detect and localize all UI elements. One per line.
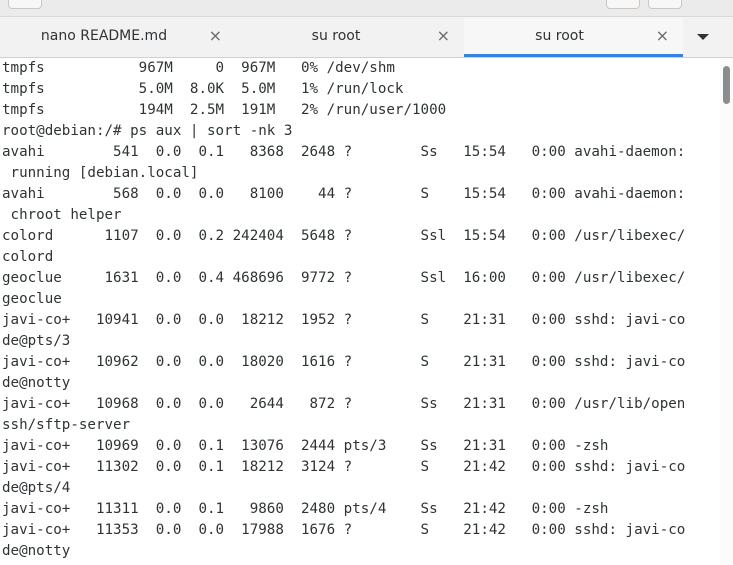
terminal-line: avahi 568 0.0 0.0 8100 44 ? S 15:54 0:00… — [2, 186, 686, 202]
close-icon[interactable]: × — [656, 26, 669, 45]
terminal-line: de@pts/3 — [2, 333, 71, 349]
terminal-line: javi-co+ 10968 0.0 0.0 2644 872 ? Ss 21:… — [2, 396, 686, 412]
tab-su-root-2[interactable]: su root × — [464, 17, 683, 57]
terminal-line: ssh/sftp-server — [2, 417, 131, 433]
terminal-line: javi-co+ 11353 0.0 0.0 17988 1676 ? S 21… — [2, 522, 686, 538]
terminal-line: colord — [2, 249, 54, 265]
terminal-line: tmpfs 5.0M 8.0K 5.0M 1% /run/lock — [2, 81, 404, 97]
tab-bar: nano README.md × su root × su root × — [0, 17, 733, 58]
window-menu-button[interactable] — [648, 0, 682, 9]
tab-nano-readme[interactable]: nano README.md × — [0, 17, 236, 57]
scrollbar-thumb[interactable] — [723, 66, 730, 104]
tab-label: nano README.md — [40, 28, 168, 44]
hamburger-menu-button[interactable] — [8, 0, 42, 9]
terminal-line: root@debian:/# ps aux | sort -nk 3 — [2, 123, 293, 139]
terminal-line: tmpfs 967M 0 967M 0% /dev/shm — [2, 60, 395, 76]
terminal-line: javi-co+ 11311 0.0 0.1 9860 2480 pts/4 S… — [2, 501, 609, 517]
tab-su-root-1[interactable]: su root × — [236, 17, 464, 57]
close-icon[interactable]: × — [437, 26, 450, 45]
terminal-output[interactable]: tmpfs 967M 0 967M 0% /dev/shm tmpfs 5.0M… — [0, 58, 720, 565]
search-button[interactable] — [606, 0, 640, 9]
terminal-line: geoclue 1631 0.0 0.4 468696 9772 ? Ssl 1… — [2, 270, 686, 286]
terminal-line: de@notty — [2, 375, 71, 391]
terminal-line: avahi 541 0.0 0.1 8368 2648 ? Ss 15:54 0… — [2, 144, 686, 160]
chevron-down-icon — [697, 34, 709, 40]
close-icon[interactable]: × — [209, 26, 222, 45]
terminal-line: chroot helper — [2, 207, 122, 223]
terminal-line: colord 1107 0.0 0.2 242404 5648 ? Ssl 15… — [2, 228, 686, 244]
tab-label: su root — [535, 28, 584, 44]
terminal-line: javi-co+ 10969 0.0 0.1 13076 2444 pts/3 … — [2, 438, 609, 454]
terminal-line: javi-co+ 10962 0.0 0.0 18020 1616 ? S 21… — [2, 354, 686, 370]
terminal-line: de@pts/4 — [2, 480, 71, 496]
terminal-scrollbar[interactable] — [720, 58, 733, 565]
terminal-line: de@notty — [2, 543, 71, 559]
terminal-line: javi-co+ 10941 0.0 0.0 18212 1952 ? S 21… — [2, 312, 686, 328]
terminal-line: javi-co+ 11302 0.0 0.1 18212 3124 ? S 21… — [2, 459, 686, 475]
headerbar — [0, 0, 733, 17]
tab-label: su root — [311, 28, 361, 44]
terminal-line: running [debian.local] — [2, 165, 199, 181]
terminal-line: geoclue — [2, 291, 62, 307]
tab-list-menu-button[interactable] — [683, 17, 733, 57]
terminal-line: tmpfs 194M 2.5M 191M 2% /run/user/1000 — [2, 102, 447, 118]
